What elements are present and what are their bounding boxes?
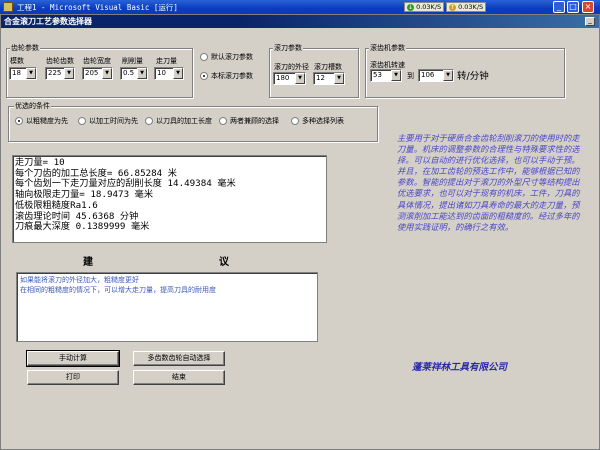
hob-slots-value: 12 [316, 74, 325, 82]
radio-indicator[interactable] [78, 117, 86, 125]
radio-priority-balanced-label: 两者兼顾的选择 [230, 117, 279, 125]
manual-calc-button[interactable]: 手动计算 [26, 350, 120, 367]
gear-params-title: 齿轮参数 [10, 43, 40, 53]
speed-unit-label: 转/分钟 [457, 71, 489, 82]
radio-standard-hob-label: 本标滚刀参数 [211, 72, 253, 80]
machine-params-title: 滚齿机参数 [369, 43, 406, 53]
speed-to-select[interactable]: 106 ▼ [418, 69, 454, 82]
advice-line: 在相同的粗糙度的情况下，可以增大走刀量，提高刀具的耐用度 [20, 286, 216, 294]
net-upload-value: 0.03K/S [458, 3, 484, 11]
chevron-down-icon[interactable]: ▼ [64, 68, 74, 79]
radio-indicator[interactable] [219, 117, 227, 125]
hob-diameter-label: 滚刀的外径 [274, 63, 309, 71]
maximize-button[interactable]: □ [567, 1, 579, 13]
parameter-form: 合金滚刀工艺参数选择器 _ 齿轮参数 模数 18 ▼ 齿轮齿数 225 ▼ 齿轮宽度… [0, 14, 600, 450]
cut-value: 0.5 [123, 69, 135, 77]
chevron-down-icon[interactable]: ▼ [26, 68, 36, 79]
advice-line: 如果能将滚刀的外径加大，粗糙度更好 [20, 276, 139, 284]
chevron-down-icon[interactable]: ▼ [391, 70, 401, 81]
form-title-bar: 合金滚刀工艺参数选择器 _ [1, 15, 599, 28]
module-label: 模数 [10, 57, 24, 65]
cut-select[interactable]: 0.5 ▼ [120, 67, 148, 80]
module-value: 18 [12, 69, 21, 77]
hob-diameter-value: 180 [276, 74, 290, 82]
print-button[interactable]: 打印 [27, 370, 119, 385]
radio-priority-roughness[interactable]: 以粗糙度为先 [15, 116, 68, 126]
radio-priority-roughness-label: 以粗糙度为先 [26, 117, 68, 125]
ide-window-title: 工程1 - Microsoft Visual Basic [运行] [17, 3, 178, 12]
radio-default-hob-label: 默认滚刀参数 [211, 53, 253, 61]
radio-priority-time-label: 以加工时间为先 [89, 117, 138, 125]
feed-select[interactable]: 10 ▼ [154, 67, 184, 80]
radio-indicator[interactable] [291, 117, 299, 125]
width-value: 205 [85, 69, 99, 77]
chevron-down-icon[interactable]: ▼ [173, 68, 183, 79]
teeth-value: 225 [48, 69, 62, 77]
chevron-down-icon[interactable]: ▼ [334, 73, 344, 84]
hob-slots-select[interactable]: 12 ▼ [313, 72, 345, 85]
chevron-down-icon[interactable]: ▼ [137, 68, 147, 79]
result-line: 刀痕最大深度 0.1389999 毫米 [15, 221, 150, 233]
company-name: 蓬莱祥林工具有限公司 [412, 362, 508, 373]
width-label: 齿轮宽度 [83, 57, 111, 65]
auto-select-button[interactable]: 多齿数齿轮自动选择 [133, 351, 225, 366]
module-select[interactable]: 18 ▼ [9, 67, 37, 80]
hob-slots-label: 滚刀槽数 [314, 63, 342, 71]
download-arrow-icon: ↓ [407, 3, 414, 11]
feed-label: 走刀量 [156, 57, 177, 65]
speed-from-select[interactable]: 53 ▼ [370, 69, 402, 82]
radio-priority-list-label: 多种选择列表 [302, 117, 344, 125]
radio-priority-list[interactable]: 多种选择列表 [291, 116, 344, 126]
width-select[interactable]: 205 ▼ [82, 67, 113, 80]
radio-indicator[interactable] [15, 117, 23, 125]
radio-priority-time[interactable]: 以加工时间为先 [78, 116, 138, 126]
teeth-label: 齿轮齿数 [46, 57, 74, 65]
close-button[interactable]: × [582, 1, 594, 13]
program-description: 主要用于对于硬质合金齿轮刮削滚刀的使用时的走刀量。机床的调整参数的合理性与特殊要… [397, 133, 580, 232]
radio-indicator[interactable] [145, 117, 153, 125]
feed-value: 10 [157, 69, 166, 77]
cut-label: 削削量 [122, 57, 143, 65]
results-textbox[interactable]: 走刀量= 10 每个刀齿的加工总长度= 66.85284 米 每个齿划一下走刀量… [12, 155, 327, 243]
form-title: 合金滚刀工艺参数选择器 [4, 17, 92, 26]
advice-heading-right: 议 [219, 257, 229, 268]
upload-arrow-icon: ↑ [449, 3, 456, 11]
hob-params-title: 滚刀参数 [273, 43, 303, 53]
radio-priority-tool-length[interactable]: 以刀具的加工长度 [145, 116, 212, 126]
form-minimize-button[interactable]: _ [585, 17, 595, 26]
net-download-value: 0.03K/S [416, 3, 442, 11]
radio-priority-tool-length-label: 以刀具的加工长度 [156, 117, 212, 125]
vb-app-icon [3, 2, 13, 12]
radio-indicator[interactable] [200, 72, 208, 80]
result-line: 低极限粗糙度Ra1.6 [15, 199, 98, 211]
ide-title-bar: 工程1 - Microsoft Visual Basic [运行] ↓ 0.03… [0, 0, 600, 14]
radio-priority-balanced[interactable]: 两者兼顾的选择 [219, 116, 279, 126]
radio-standard-hob[interactable]: 本标滚刀参数 [200, 71, 253, 81]
advice-heading-left: 建 [83, 257, 93, 268]
teeth-select[interactable]: 225 ▼ [45, 67, 75, 80]
hob-diameter-select[interactable]: 180 ▼ [273, 72, 306, 85]
net-upload-meter: ↑ 0.03K/S [446, 2, 487, 12]
radio-default-hob[interactable]: 默认滚刀参数 [200, 52, 253, 62]
minimize-button[interactable]: _ [553, 1, 565, 13]
priority-title: 优选的条件 [14, 101, 51, 111]
advice-textbox[interactable]: 如果能将滚刀的外径加大，粗糙度更好 在相同的粗糙度的情况下，可以增大走刀量，提高… [16, 272, 318, 342]
chevron-down-icon[interactable]: ▼ [443, 70, 453, 81]
radio-indicator[interactable] [200, 53, 208, 61]
net-download-meter: ↓ 0.03K/S [404, 2, 445, 12]
chevron-down-icon[interactable]: ▼ [295, 73, 305, 84]
chevron-down-icon[interactable]: ▼ [102, 68, 112, 79]
speed-to-value: 106 [421, 71, 435, 79]
exit-button[interactable]: 结束 [133, 370, 225, 385]
speed-from-value: 53 [373, 71, 382, 79]
speed-range-to-label: 到 [407, 72, 414, 80]
